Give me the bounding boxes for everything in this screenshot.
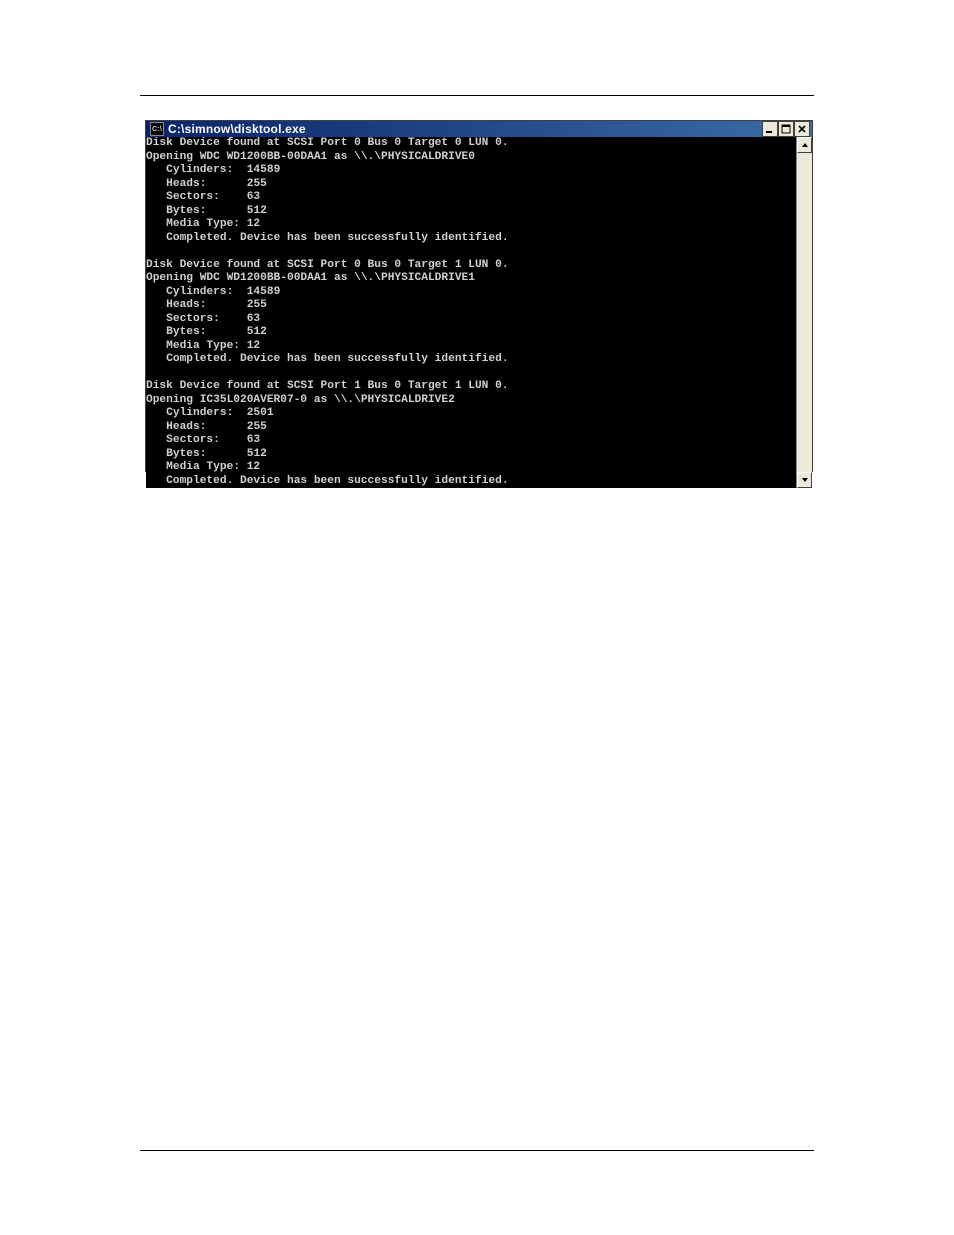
disk1-bytes-label: Bytes: bbox=[146, 326, 206, 338]
close-button[interactable] bbox=[794, 121, 810, 137]
disk0-cyl-label: Cylinders: bbox=[146, 164, 233, 176]
disk0-sec-val: 63 bbox=[247, 191, 260, 203]
disk2-heads-val: 255 bbox=[247, 421, 267, 433]
disk2-sec-val: 63 bbox=[247, 434, 260, 446]
disk0-heads-val: 255 bbox=[247, 178, 267, 190]
disk2-completed: Completed. Device has been successfully … bbox=[146, 475, 509, 487]
disk0-bytes-label: Bytes: bbox=[146, 205, 206, 217]
disk0-media-label: Media Type: bbox=[146, 218, 240, 230]
disk0-cyl-val: 14589 bbox=[247, 164, 281, 176]
disk1-heads-val: 255 bbox=[247, 299, 267, 311]
chevron-down-icon bbox=[801, 476, 809, 484]
disk1-heads-label: Heads: bbox=[146, 299, 206, 311]
disk0-bytes-val: 512 bbox=[247, 205, 267, 217]
disk2-opening: Opening IC35L020AVER07-0 as \\.\PHYSICAL… bbox=[146, 394, 455, 406]
minimize-button[interactable] bbox=[762, 121, 778, 137]
cmd-icon: C:\ bbox=[150, 122, 164, 136]
disk1-media-label: Media Type: bbox=[146, 340, 240, 352]
disk2-bytes-label: Bytes: bbox=[146, 448, 206, 460]
page: C:\ C:\simnow\disktool.exe Disk Device f… bbox=[0, 0, 954, 1235]
disk0-sec-label: Sectors: bbox=[146, 191, 220, 203]
disk1-bytes-val: 512 bbox=[247, 326, 267, 338]
disk1-found: Disk Device found at SCSI Port 0 Bus 0 T… bbox=[146, 259, 509, 271]
disk1-opening: Opening WDC WD1200BB-00DAA1 as \\.\PHYSI… bbox=[146, 272, 475, 284]
disk0-found: Disk Device found at SCSI Port 0 Bus 0 T… bbox=[146, 137, 509, 149]
disk1-cyl-label: Cylinders: bbox=[146, 286, 233, 298]
disk1-cyl-val: 14589 bbox=[247, 286, 281, 298]
divider-top bbox=[140, 95, 814, 96]
disk1-completed: Completed. Device has been successfully … bbox=[146, 353, 509, 365]
console-window: C:\ C:\simnow\disktool.exe Disk Device f… bbox=[145, 120, 813, 472]
disk2-heads-label: Heads: bbox=[146, 421, 206, 433]
window-title: C:\simnow\disktool.exe bbox=[168, 122, 762, 136]
disk1-sec-label: Sectors: bbox=[146, 313, 220, 325]
disk2-sec-label: Sectors: bbox=[146, 434, 220, 446]
divider-bottom bbox=[140, 1150, 814, 1151]
maximize-button[interactable] bbox=[778, 121, 794, 137]
disk2-cyl-val: 2501 bbox=[247, 407, 274, 419]
scroll-up-button[interactable] bbox=[797, 137, 812, 153]
chevron-up-icon bbox=[801, 141, 809, 149]
disk0-media-val: 12 bbox=[247, 218, 260, 230]
disk0-heads-label: Heads: bbox=[146, 178, 206, 190]
disk2-cyl-label: Cylinders: bbox=[146, 407, 233, 419]
window-controls bbox=[762, 121, 812, 137]
console-output[interactable]: Disk Device found at SCSI Port 0 Bus 0 T… bbox=[146, 137, 796, 488]
disk2-media-label: Media Type: bbox=[146, 461, 240, 473]
disk2-found: Disk Device found at SCSI Port 1 Bus 0 T… bbox=[146, 380, 509, 392]
scroll-down-button[interactable] bbox=[797, 472, 812, 488]
disk0-completed: Completed. Device has been successfully … bbox=[146, 232, 509, 244]
disk1-media-val: 12 bbox=[247, 340, 260, 352]
titlebar[interactable]: C:\ C:\simnow\disktool.exe bbox=[146, 121, 812, 137]
disk0-opening: Opening WDC WD1200BB-00DAA1 as \\.\PHYSI… bbox=[146, 151, 475, 163]
window-body: Disk Device found at SCSI Port 0 Bus 0 T… bbox=[146, 137, 812, 488]
maximize-icon bbox=[781, 124, 791, 134]
close-icon bbox=[797, 124, 807, 134]
disk1-sec-val: 63 bbox=[247, 313, 260, 325]
disk2-media-val: 12 bbox=[247, 461, 260, 473]
vertical-scrollbar[interactable] bbox=[796, 137, 812, 488]
minimize-icon bbox=[765, 124, 775, 134]
disk2-bytes-val: 512 bbox=[247, 448, 267, 460]
scroll-track[interactable] bbox=[797, 153, 812, 472]
